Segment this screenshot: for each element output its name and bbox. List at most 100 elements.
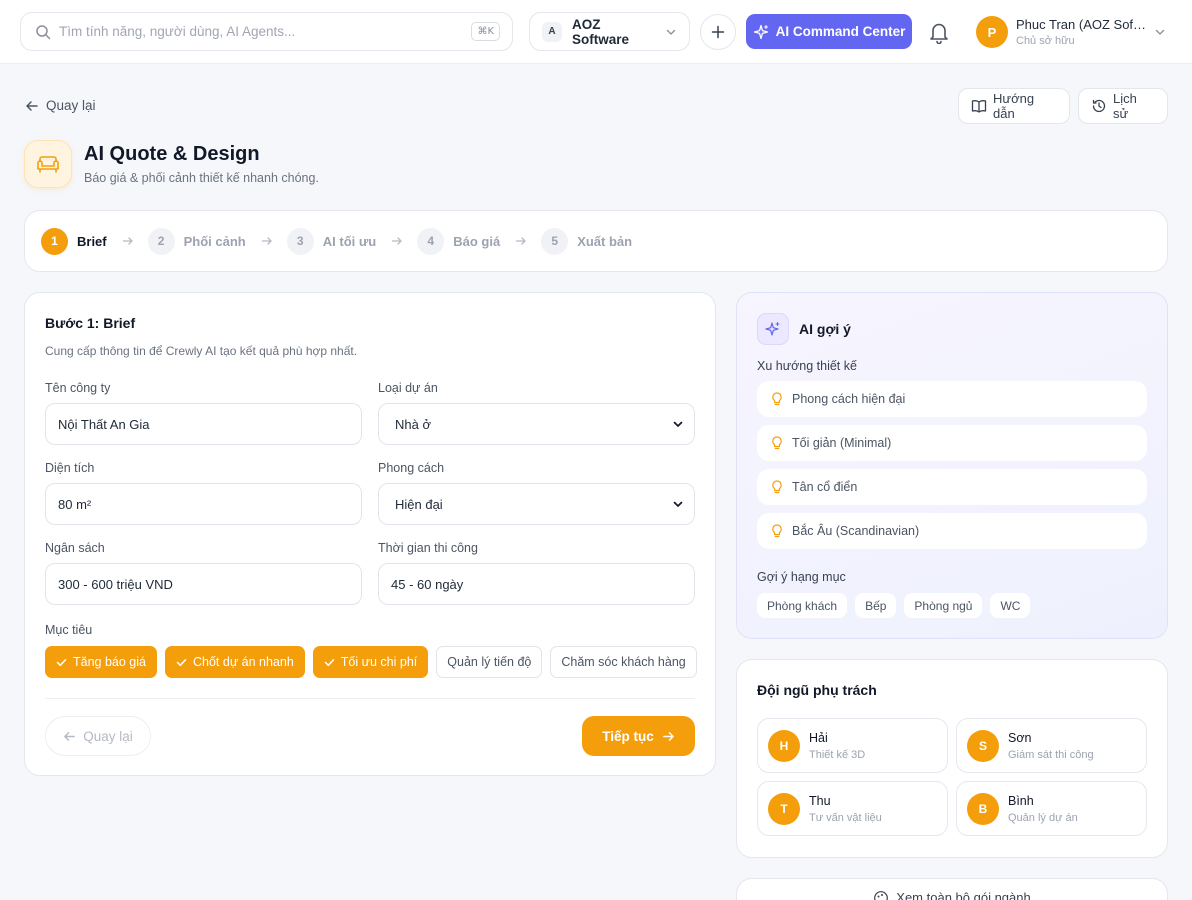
lightbulb-icon: [771, 524, 783, 538]
history-button[interactable]: Lịch sử: [1078, 88, 1168, 124]
goal-label: Tăng báo giá: [73, 655, 146, 669]
sparkle-icon: [753, 24, 769, 40]
project-type-label: Loại dự án: [378, 381, 438, 395]
page-subtitle: Báo giá & phối cảnh thiết kế nhanh chóng…: [84, 171, 319, 185]
area-field-group: Diện tích 80 m²: [45, 461, 362, 525]
team-member-card[interactable]: T Thu Tư vấn vật liệu: [757, 781, 948, 836]
goal-chip[interactable]: Quản lý tiến độ: [436, 646, 543, 678]
step-label: Xuất bản: [577, 233, 633, 249]
member-role: Thiết kế 3D: [809, 748, 866, 761]
ai-suggestions-panel: AI gợi ý Xu hướng thiết kế Phong cách hi…: [736, 292, 1168, 639]
add-button[interactable]: [700, 14, 736, 50]
view-all-packages-button[interactable]: Xem toàn bộ gói ngành: [736, 878, 1168, 900]
org-switcher[interactable]: A AOZ Software: [529, 12, 690, 51]
project-type-select[interactable]: Nhà ở: [378, 403, 695, 445]
back-button[interactable]: Quay lại: [45, 716, 151, 756]
step-number: 4: [417, 227, 445, 255]
goal-chip[interactable]: Chốt dự án nhanh: [164, 646, 305, 678]
search-icon: [35, 24, 51, 40]
goal-chip[interactable]: Tối ưu chi phí: [312, 646, 429, 678]
arrow-left-icon: [25, 99, 39, 113]
arrow-right-icon: [122, 235, 134, 247]
chevron-down-icon: [665, 26, 677, 38]
category-tag[interactable]: Bếp: [855, 593, 897, 618]
avatar: S: [967, 729, 999, 762]
trend-label: Bắc Âu (Scandinavian): [792, 524, 920, 538]
company-input[interactable]: Nội Thất An Gia: [45, 403, 362, 445]
user-role: Chủ sở hữu: [1016, 35, 1075, 47]
trends-label: Xu hướng thiết kế: [757, 359, 857, 373]
user-name: Phuc Tran (AOZ Software): [1016, 17, 1148, 32]
trend-item[interactable]: Phong cách hiện đại: [757, 381, 1147, 417]
style-label: Phong cách: [378, 461, 445, 475]
member-name: Thu: [809, 793, 831, 808]
avatar: T: [768, 792, 800, 825]
app-header: AI Quote & Design Báo giá & phối cảnh th…: [24, 140, 319, 188]
step-ai-toi-uu[interactable]: 3 AI tối ưu: [286, 227, 403, 255]
company-label: Tên công ty: [45, 381, 111, 395]
next-button-label: Tiếp tục: [602, 728, 654, 744]
budget-label: Ngân sách: [45, 541, 105, 555]
chevron-down-icon: [672, 498, 684, 510]
step-brief[interactable]: 1 Brief: [41, 227, 134, 255]
history-label: Lịch sử: [1113, 91, 1137, 121]
back-link[interactable]: Quay lại: [25, 98, 96, 113]
team-member-card[interactable]: H Hải Thiết kế 3D: [757, 718, 948, 773]
style-select[interactable]: Hiện đại: [378, 483, 695, 525]
guide-label: Hướng dẫn: [993, 91, 1035, 121]
goals-label: Mục tiêu: [45, 623, 93, 637]
user-menu[interactable]: P Phuc Tran (AOZ Software) Chủ sở hữu: [976, 16, 1172, 48]
duration-field-group: Thời gian thi công 45 - 60 ngày: [378, 541, 695, 605]
next-button[interactable]: Tiếp tục: [582, 716, 695, 756]
style-value: Hiện đại: [395, 496, 443, 512]
company-field-group: Tên công ty Nội Thất An Gia: [45, 381, 362, 445]
trend-item[interactable]: Tân cổ điển: [757, 469, 1147, 505]
style-field-group: Phong cách Hiện đại: [378, 461, 695, 525]
trend-item[interactable]: Tối giản (Minimal): [757, 425, 1147, 461]
trend-label: Tân cổ điển: [792, 480, 858, 494]
step-xuat-ban[interactable]: 5 Xuất bản: [541, 227, 633, 255]
arrow-right-icon: [391, 235, 403, 247]
team-title: Đội ngũ phụ trách: [757, 682, 877, 698]
category-tag[interactable]: Phòng ngủ: [904, 593, 983, 618]
trend-item[interactable]: Bắc Âu (Scandinavian): [757, 513, 1147, 549]
step-phoi-canh[interactable]: 2 Phối cảnh: [147, 227, 273, 255]
member-name: Bình: [1008, 793, 1034, 808]
notification-button[interactable]: [928, 20, 950, 44]
guide-button[interactable]: Hướng dẫn: [958, 88, 1070, 124]
avatar: H: [768, 729, 800, 762]
category-tag[interactable]: WC: [990, 593, 1031, 618]
org-name: AOZ Software: [572, 16, 630, 47]
form-title: Bước 1: Brief: [45, 315, 136, 331]
step-bao-gia[interactable]: 4 Báo giá: [417, 227, 527, 255]
team-member-card[interactable]: S Sơn Giám sát thi công: [956, 718, 1147, 773]
ai-command-center-button[interactable]: AI Command Center: [746, 14, 912, 49]
form-description: Cung cấp thông tin để Crewly AI tạo kết …: [45, 344, 358, 358]
back-button-label: Quay lại: [83, 728, 133, 744]
trend-label: Phong cách hiện đại: [792, 392, 906, 406]
divider: [45, 698, 695, 699]
area-label: Diện tích: [45, 461, 95, 475]
budget-input[interactable]: 300 - 600 triệu VND: [45, 563, 362, 605]
duration-label: Thời gian thi công: [378, 541, 478, 555]
project-type-value: Nhà ở: [395, 416, 431, 432]
chevron-down-icon: [1154, 26, 1166, 38]
goal-chip[interactable]: Tăng báo giá: [45, 646, 157, 678]
step-label: Báo giá: [453, 233, 501, 249]
member-name: Hải: [809, 730, 828, 745]
duration-input[interactable]: 45 - 60 ngày: [378, 563, 695, 605]
goal-chip[interactable]: Chăm sóc khách hàng: [550, 646, 697, 678]
category-tag[interactable]: Phòng khách: [757, 593, 848, 618]
check-icon: [56, 657, 67, 668]
step-number: 3: [286, 227, 314, 255]
ai-panel-title: AI gợi ý: [799, 321, 851, 337]
team-panel: Đội ngũ phụ trách H Hải Thiết kế 3D S Sơ…: [736, 659, 1168, 858]
area-input[interactable]: 80 m²: [45, 483, 362, 525]
search-input[interactable]: Tìm tính năng, người dùng, AI Agents... …: [20, 12, 513, 51]
team-member-card[interactable]: B Bình Quản lý dự án: [956, 781, 1147, 836]
step-label: Phối cảnh: [183, 233, 246, 249]
ai-command-label: AI Command Center: [775, 24, 906, 39]
history-icon: [1091, 98, 1107, 114]
palette-icon: [873, 890, 889, 900]
member-name: Sơn: [1008, 730, 1032, 745]
